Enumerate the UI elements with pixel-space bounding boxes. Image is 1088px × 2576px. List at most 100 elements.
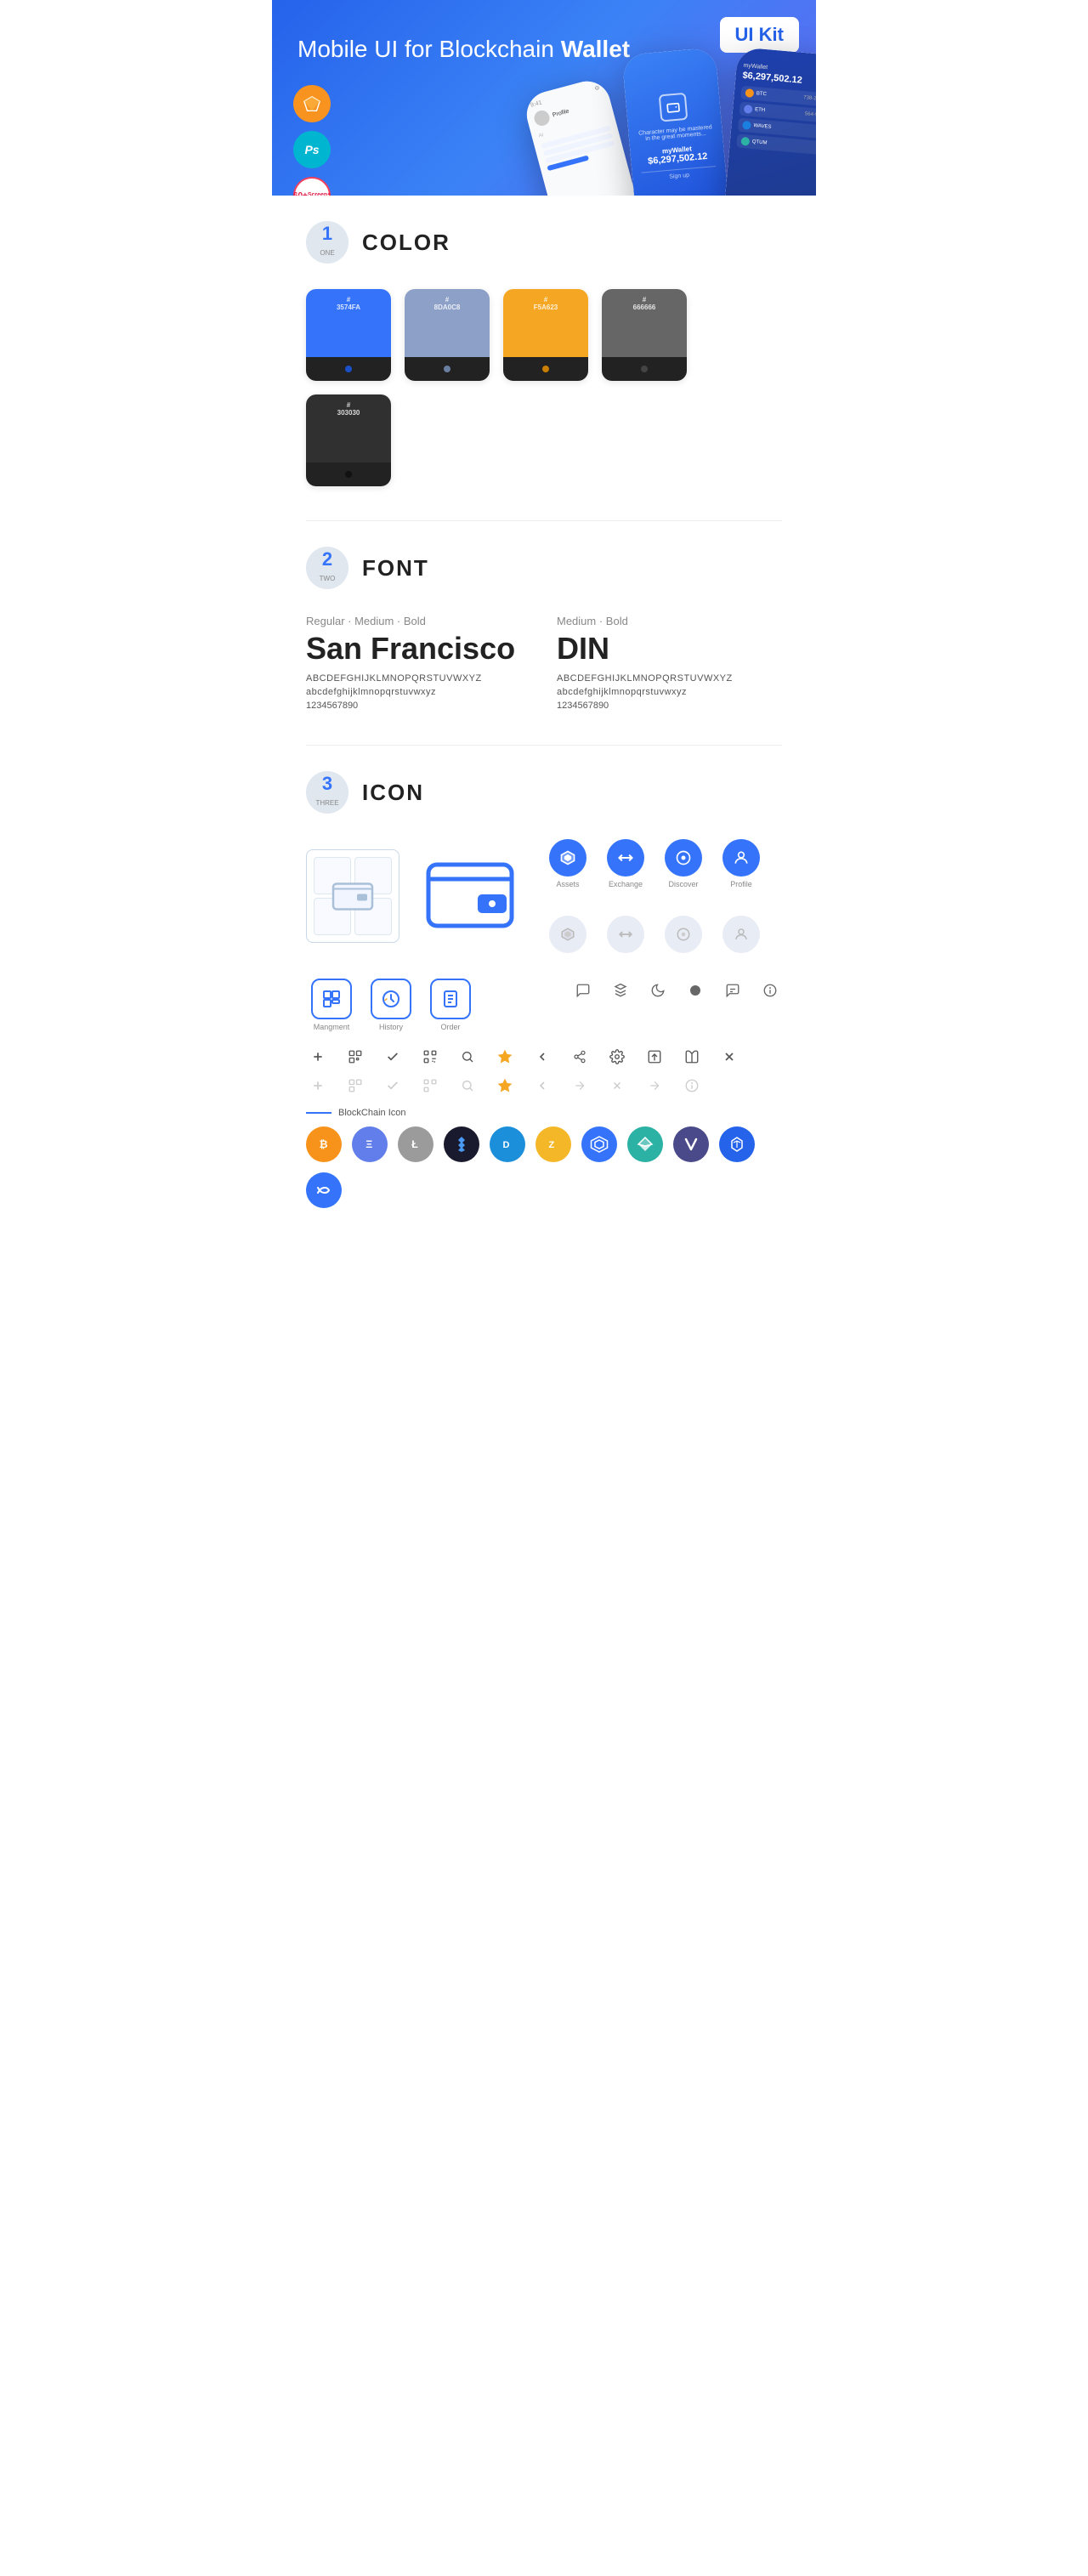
font-title: FONT [362,555,429,582]
misc-icon-rows [306,1045,782,1098]
font-section-number: 2 TWO [306,547,348,589]
svg-text:Z: Z [549,1140,555,1150]
color-title: COLOR [362,230,450,256]
syscoin-icon [306,1172,342,1208]
assets-icon [549,839,586,877]
misc-icons-row1 [571,979,782,1002]
profile-icon [722,839,760,877]
verge-icon [673,1126,709,1162]
color-swatch-grey-blue: # 8DA0C8 [405,289,490,381]
font-grid: Regular · Medium · Bold San Francisco AB… [306,615,782,711]
icon-grid-mockup [306,849,400,943]
misc-row-grey [306,1074,782,1098]
upload-icon [643,1045,666,1069]
nav-icon-discover: Discover [660,839,707,888]
svg-text:₿: ₿ [320,1138,328,1150]
dash-icon: D [490,1126,525,1162]
star-icon [493,1045,517,1069]
management-icon-item: Mangment [306,979,357,1031]
settings-icon [605,1045,629,1069]
color-swatch-dark: # 303030 [306,394,391,486]
icon-section-number: 3 THREE [306,771,348,814]
nav-icon-assets: Assets [544,839,592,888]
qr-icon-grey [418,1074,442,1098]
icon-section-header: 3 THREE ICON [306,771,782,814]
font-section: 2 TWO FONT Regular · Medium · Bold San F… [306,547,782,711]
swap-icon [680,1045,704,1069]
font-sf-nums: 1234567890 [306,701,531,711]
speech-icon [571,979,595,1002]
nav-icons-grey [544,916,765,953]
plus-icon [306,1045,330,1069]
bitcoin-icon: ₿ [306,1126,342,1162]
font-sf-upper: ABCDEFGHIJKLMNOPQRSTUVWXYZ [306,673,531,684]
chat-icon [721,979,745,1002]
misc-row-colored [306,1045,782,1069]
phone-mockup-2: Character may be mastered in the great m… [621,48,729,196]
color-swatch-mid-grey: # 666666 [602,289,687,381]
nav-icon-profile-grey [717,916,765,953]
nav-icon-exchange: Exchange [602,839,649,888]
star-icon-grey [493,1074,517,1098]
management-icon [311,979,352,1019]
search-icon-grey [456,1074,479,1098]
svg-text:D: D [503,1140,510,1150]
nav-icon-profile: Profile [717,839,765,888]
app-icons-row: Mangment History [306,979,782,1031]
arrow-icon-grey [568,1074,592,1098]
zcash-icon: Z [536,1126,571,1162]
main-content: 1 ONE COLOR # 3574FA # 8DA0C8 [272,196,816,1251]
profile-icon-grey [722,916,760,953]
gnt-icon [719,1126,755,1162]
font-sf: Regular · Medium · Bold San Francisco AB… [306,615,531,711]
forward-icon-grey [643,1074,666,1098]
phone-mockups: 9:41⚙ Profile AI [536,43,816,196]
icon-title: ICON [362,780,424,806]
order-icon [430,979,471,1019]
font-sf-name: San Francisco [306,631,531,667]
blackcoin-icon [444,1126,479,1162]
misc-icons [571,979,782,1009]
exchange-icon-grey [607,916,644,953]
sketch-badge [293,85,331,122]
color-section: 1 ONE COLOR # 3574FA # 8DA0C8 [306,221,782,486]
nav-icon-exchange-grey [602,916,649,953]
info-icon-grey [680,1074,704,1098]
font-section-header: 2 TWO FONT [306,547,782,589]
font-sf-lower: abcdefghijklmnopqrstuvwxyz [306,687,531,697]
litecoin-icon: Ł [398,1126,434,1162]
font-din: Medium · Bold DIN ABCDEFGHIJKLMNOPQRSTUV… [557,615,782,711]
check-icon-grey [381,1074,405,1098]
nav-icons-colored: Assets Exchange [544,839,765,953]
order-icon-item: Order [425,979,476,1031]
color-section-header: 1 ONE COLOR [306,221,782,264]
check-icon [381,1045,405,1069]
font-sf-label: Regular · Medium · Bold [306,615,531,627]
blockchain-line [306,1112,332,1114]
svg-text:Ł: Ł [411,1138,418,1150]
assets-icon-grey [549,916,586,953]
gridcoin-icon [581,1126,617,1162]
font-din-upper: ABCDEFGHIJKLMNOPQRSTUVWXYZ [557,673,782,684]
share-icon [568,1045,592,1069]
font-din-nums: 1234567890 [557,701,782,711]
history-label: History [379,1023,403,1031]
chevron-left-icon [530,1045,554,1069]
circle-icon [683,979,707,1002]
color-swatches: # 3574FA # 8DA0C8 # F5A623 [306,289,782,486]
wallet-icon-large [425,852,518,941]
blockchain-label: BlockChain Icon [306,1108,782,1118]
icon-showcase-row: Assets Exchange [306,839,782,953]
svg-text:Ξ: Ξ [366,1138,372,1150]
screens-badge: 60+ Screens [293,177,331,196]
x-icon-grey [605,1074,629,1098]
hero-section: Mobile UI for Blockchain Wallet UI Kit P… [272,0,816,196]
qr-icon [418,1045,442,1069]
order-label: Order [440,1023,460,1031]
moon-icon [646,979,670,1002]
stratis-icon [627,1126,663,1162]
exchange-icon [607,839,644,877]
search-icon [456,1045,479,1069]
layers-icon [609,979,632,1002]
info-icon [758,979,782,1002]
